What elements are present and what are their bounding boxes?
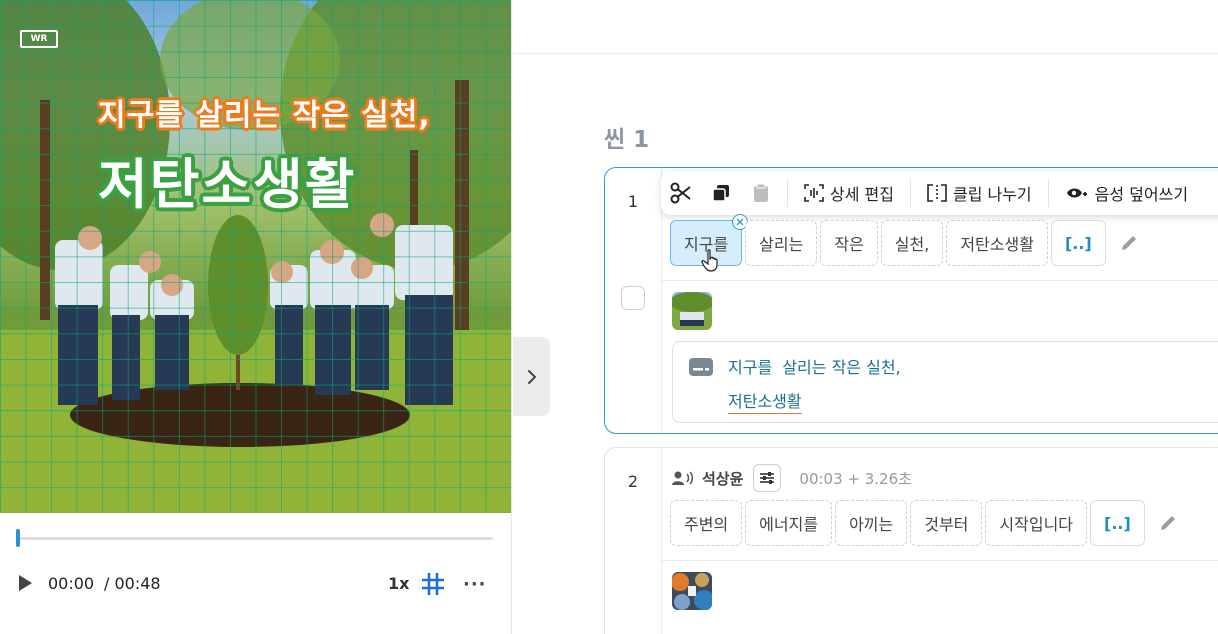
split-clip-label: 클립 나누기 [952, 185, 1032, 204]
pencil-icon [1121, 236, 1136, 250]
clip-thumbnail[interactable] [672, 292, 712, 330]
subtitle-box[interactable]: 지구를 살리는 작은 실천, 저탄소생활 [672, 341, 1218, 423]
speaker-name: 석상윤 [702, 469, 744, 488]
speaker-settings-button[interactable] [753, 464, 782, 492]
word-text: 주변의 [684, 515, 729, 534]
word-chip[interactable]: 것부터 [910, 500, 983, 546]
word-text: [..] [1104, 513, 1131, 533]
voice-overwrite-icon [1066, 188, 1087, 198]
clip-thumbnail[interactable] [672, 572, 712, 610]
word-chip[interactable]: 시작입니다 [985, 500, 1088, 546]
word-list: 지구를 살리는 작은 실천, 저탄소생활 [..] [670, 214, 1141, 272]
clip-card-1[interactable]: 1 상세 편집 클립 나누기 음성 덮어쓰기 지구를 살리는 작은 실천, 저탄… [604, 167, 1218, 434]
clip-timing: 00:03 + 3.26초 [799, 469, 912, 488]
speaker-row: 석상윤 00:03 + 3.26초 [672, 464, 912, 492]
split-clip-button[interactable]: 클립 나누기 [917, 171, 1042, 215]
timeline-track[interactable] [16, 529, 493, 547]
toolbar-separator [1047, 179, 1049, 207]
word-text: 것부터 [924, 515, 969, 534]
word-chip[interactable]: 실천, [880, 220, 944, 266]
grid-overlay [0, 0, 511, 513]
card-divider [661, 448, 662, 634]
current-time: 00:00 [48, 574, 95, 593]
clip-number: 1 [627, 192, 639, 211]
speaker-voice-icon [672, 471, 693, 485]
split-icon [927, 184, 947, 202]
collapse-panel-button[interactable] [513, 337, 550, 416]
cut-button[interactable] [661, 171, 701, 215]
grid-toggle-button[interactable] [421, 572, 445, 596]
grid-icon [422, 573, 444, 595]
clip-card-2[interactable]: 2 석상윤 00:03 + 3.26초 주변의 에너지를 아끼는 것부터 시작입… [604, 447, 1218, 634]
subtitle-line-2: 저탄소생활 [728, 388, 802, 414]
sliders-icon [760, 472, 775, 484]
clip-select-checkbox[interactable] [621, 286, 645, 310]
clipboard-icon [754, 183, 768, 202]
detail-edit-label: 상세 편집 [830, 185, 894, 204]
word-text: 시작입니다 [999, 515, 1074, 534]
scene-title: 씬 1 [604, 127, 650, 153]
word-text: 실천, [894, 235, 930, 254]
editor-app: WR 지구를 살리는 작은 실천, 저탄소생활 00:00 / 00:48 1x… [0, 0, 1218, 634]
scissors-icon [670, 182, 691, 204]
toolbar-separator [909, 179, 911, 207]
detail-edit-button[interactable]: 상세 편집 [794, 171, 904, 215]
chevron-right-icon [527, 369, 536, 384]
row-divider [662, 560, 1218, 561]
caption-line-2: 저탄소생활 [98, 153, 357, 216]
caption-line-1: 지구를 살리는 작은 실천, [98, 98, 431, 133]
waveform-edit-icon [804, 184, 824, 202]
paste-button[interactable] [741, 171, 781, 215]
edit-words-button[interactable] [1117, 231, 1141, 255]
word-chip[interactable]: 지구를 [670, 214, 749, 272]
copy-icon [712, 185, 729, 202]
more-options-button[interactable]: ··· [463, 574, 487, 595]
word-text: [..] [1064, 233, 1092, 253]
row-divider [662, 280, 1218, 281]
play-button[interactable] [16, 573, 34, 593]
video-preview[interactable]: WR 지구를 살리는 작은 실천, 저탄소생활 [0, 0, 511, 513]
voice-overwrite-button[interactable]: 음성 덮어쓰기 [1055, 171, 1198, 215]
thumbnail-image [672, 292, 712, 330]
toolbar-separator [787, 179, 788, 207]
insert-pause-chip[interactable]: [..] [1050, 220, 1106, 266]
close-icon [736, 218, 744, 226]
word-chip[interactable]: 작은 [820, 220, 878, 266]
timeline-playhead[interactable] [16, 529, 20, 547]
clip-number: 2 [627, 472, 639, 491]
top-bar [513, 0, 1218, 54]
word-list: 주변의 에너지를 아끼는 것부터 시작입니다 [..] [670, 500, 1180, 546]
word-chip[interactable]: 살리는 [745, 220, 818, 266]
word-text: 살리는 [759, 235, 804, 254]
pencil-icon [1160, 516, 1175, 530]
word-text: 아끼는 [849, 515, 894, 534]
word-chip[interactable]: 저탄소생활 [946, 220, 1048, 266]
voice-overwrite-label: 음성 덮어쓰기 [1094, 185, 1189, 204]
word-text: 에너지를 [759, 515, 819, 534]
hand-cursor-icon [701, 249, 718, 272]
logo: WR [20, 30, 58, 48]
word-chip[interactable]: 주변의 [670, 500, 743, 546]
word-text: 작은 [834, 235, 864, 254]
subtitle-icon [689, 358, 713, 376]
thumbnail-image [672, 572, 712, 610]
word-text: 저탄소생활 [960, 235, 1034, 254]
total-time: / 00:48 [104, 574, 161, 593]
copy-button[interactable] [701, 171, 741, 215]
insert-pause-chip[interactable]: [..] [1090, 500, 1145, 546]
play-icon [19, 575, 32, 591]
word-chip[interactable]: 아끼는 [835, 500, 908, 546]
subtitle-line-1: 지구를 살리는 작은 실천, [728, 358, 901, 377]
preview-panel: WR 지구를 살리는 작은 실천, 저탄소생활 00:00 / 00:48 1x… [0, 0, 512, 634]
clip-toolbar: 상세 편집 클립 나누기 음성 덮어쓰기 [661, 171, 1218, 215]
word-chip[interactable]: 에너지를 [745, 500, 833, 546]
speed-button[interactable]: 1x [388, 574, 409, 593]
edit-words-button[interactable] [1156, 511, 1180, 535]
